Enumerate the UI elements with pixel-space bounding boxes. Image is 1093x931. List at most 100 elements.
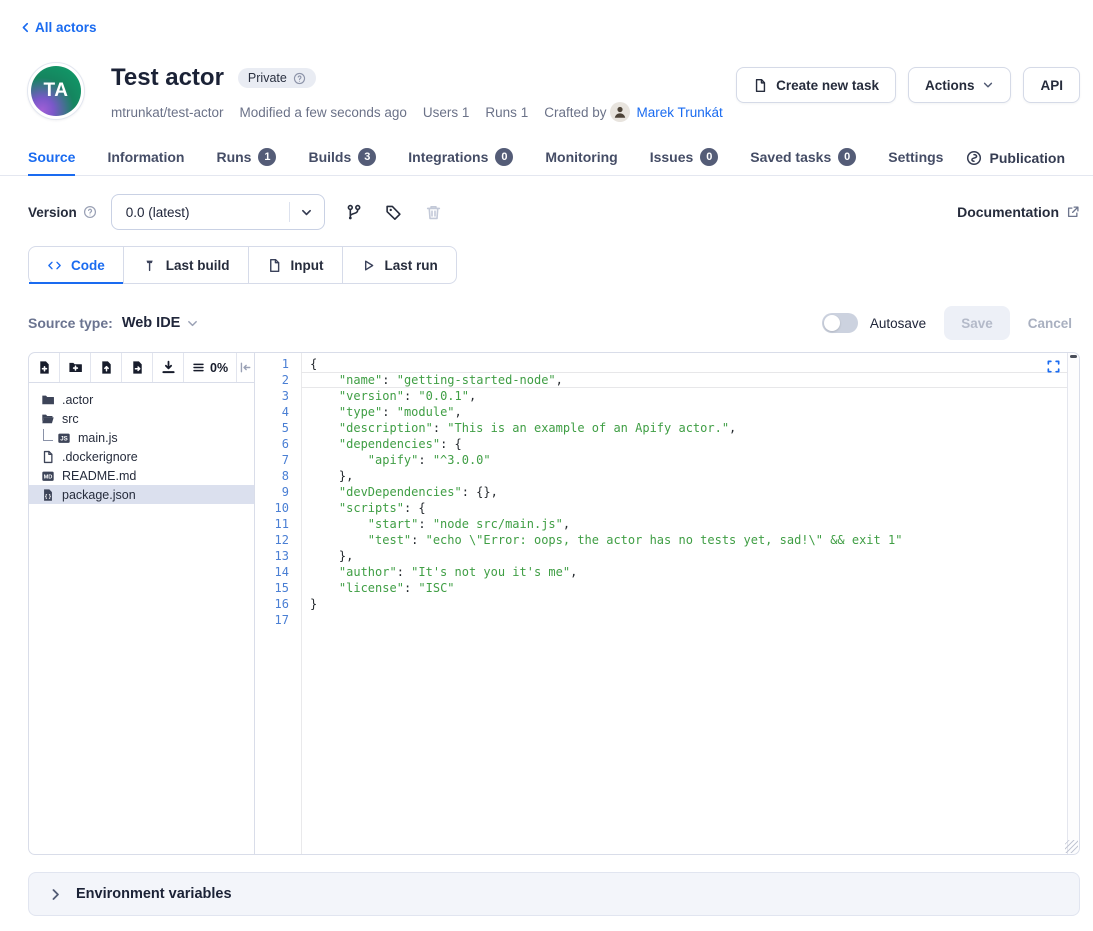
line-number: 5 — [255, 420, 301, 436]
back-link-label: All actors — [35, 20, 97, 35]
trash-icon[interactable] — [417, 195, 451, 229]
scrollbar-thumb[interactable] — [1070, 355, 1077, 358]
code-line[interactable]: 11 "start": "node src/main.js", — [255, 516, 1067, 532]
add-file-button[interactable] — [29, 353, 60, 382]
file-export-icon — [130, 360, 145, 375]
collapse-tree-button[interactable] — [237, 353, 254, 382]
subtab-input[interactable]: Input — [249, 247, 343, 283]
chevron-down-icon — [186, 317, 199, 330]
tab-monitoring[interactable]: Monitoring — [545, 141, 617, 176]
tab-label: Issues — [650, 149, 694, 165]
tab-badge: 0 — [838, 148, 856, 166]
code-line[interactable]: 14 "author": "It's not you it's me", — [255, 564, 1067, 580]
tab-integrations[interactable]: Integrations0 — [408, 141, 513, 176]
subtab-last-run[interactable]: Last run — [343, 247, 456, 283]
code-line[interactable]: 3 "version": "0.0.1", — [255, 388, 1067, 404]
file-src[interactable]: src — [29, 409, 254, 428]
file-tree: .actorsrcJSmain.js .dockerignore MDREADME.… — [29, 383, 254, 504]
code-line[interactable]: 13 }, — [255, 548, 1067, 564]
code-line[interactable]: 5 "description": "This is an example of … — [255, 420, 1067, 436]
file-main-js[interactable]: JSmain.js — [29, 428, 254, 447]
code-line[interactable]: 4 "type": "module", — [255, 404, 1067, 420]
upload-file-button[interactable] — [91, 353, 122, 382]
code-line[interactable]: 9 "devDependencies": {}, — [255, 484, 1067, 500]
file-dockerignore[interactable]: .dockerignore — [29, 447, 254, 466]
add-folder-button[interactable] — [60, 353, 91, 382]
tree-connector — [43, 429, 53, 441]
file-readme-md[interactable]: MDREADME.md — [29, 466, 254, 485]
code-line[interactable]: 8 }, — [255, 468, 1067, 484]
create-new-task-button[interactable]: Create new task — [736, 67, 896, 103]
source-type-select[interactable]: Web IDE — [122, 315, 200, 331]
fullscreen-icon[interactable] — [1046, 359, 1061, 374]
line-content: } — [301, 596, 1067, 612]
tab-source[interactable]: Source — [28, 141, 75, 176]
code-line[interactable]: 10 "scripts": { — [255, 500, 1067, 516]
subtab-code[interactable]: Code — [29, 247, 124, 283]
version-actions — [337, 195, 451, 229]
file-package-json[interactable]: { }package.json — [29, 485, 254, 504]
js-file-icon: JS — [57, 431, 71, 445]
tab-runs[interactable]: Runs1 — [216, 141, 276, 176]
version-row: Version 0.0 (latest) Documentation — [28, 194, 1080, 230]
svg-text:JS: JS — [60, 435, 67, 442]
tab-saved-tasks[interactable]: Saved tasks0 — [750, 141, 856, 176]
document-icon — [753, 78, 768, 93]
import-file-button[interactable] — [122, 353, 153, 382]
version-select[interactable]: 0.0 (latest) — [111, 194, 325, 230]
tab-publication[interactable]: Publication — [966, 141, 1065, 175]
file-actor[interactable]: .actor — [29, 390, 254, 409]
line-number: 6 — [255, 436, 301, 452]
help-icon[interactable] — [83, 205, 97, 219]
code-line[interactable]: 15 "license": "ISC" — [255, 580, 1067, 596]
documentation-link[interactable]: Documentation — [957, 204, 1080, 220]
environment-variables-accordion[interactable]: Environment variables — [28, 872, 1080, 916]
author-link[interactable]: Marek Trunkát — [636, 105, 722, 120]
actions-menu-button[interactable]: Actions — [908, 67, 1012, 103]
version-label: Version — [28, 205, 97, 220]
publication-icon — [966, 150, 982, 166]
folder-icon — [41, 393, 55, 407]
code-line[interactable]: 1{ — [255, 356, 1067, 372]
resize-grip[interactable] — [1065, 840, 1078, 853]
api-button[interactable]: API — [1023, 67, 1080, 103]
back-to-all-actors-link[interactable]: All actors — [20, 20, 97, 35]
code-line[interactable]: 6 "dependencies": { — [255, 436, 1067, 452]
external-link-icon — [1066, 205, 1080, 219]
tab-issues[interactable]: Issues0 — [650, 141, 719, 176]
line-content: "apify": "^3.0.0" — [301, 452, 1067, 468]
tab-builds[interactable]: Builds3 — [308, 141, 376, 176]
tree-zoom-indicator[interactable]: 0% — [184, 353, 237, 382]
line-number: 16 — [255, 596, 301, 612]
code-line[interactable]: 17 — [255, 612, 1067, 628]
vertical-scrollbar[interactable] — [1067, 353, 1079, 854]
code-line[interactable]: 12 "test": "echo \"Error: oops, the acto… — [255, 532, 1067, 548]
code-line[interactable]: 7 "apify": "^3.0.0" — [255, 452, 1067, 468]
line-content — [301, 612, 1067, 628]
line-number: 3 — [255, 388, 301, 404]
tag-icon[interactable] — [377, 195, 411, 229]
file-name: .dockerignore — [62, 450, 138, 464]
json-file-icon: { } — [41, 488, 55, 502]
source-type-label: Source type: — [28, 315, 113, 331]
chevron-down-icon — [982, 79, 994, 91]
help-icon[interactable] — [293, 72, 306, 85]
autosave-toggle[interactable] — [822, 313, 858, 333]
runs-count: Runs 1 — [485, 105, 528, 120]
subtab-last-build[interactable]: Last build — [124, 247, 249, 283]
download-button[interactable] — [153, 353, 184, 382]
version-select-value: 0.0 (latest) — [112, 205, 289, 220]
code-line[interactable]: 16} — [255, 596, 1067, 612]
line-content: "author": "It's not you it's me", — [301, 564, 1067, 580]
tab-settings[interactable]: Settings — [888, 141, 943, 176]
branch-icon[interactable] — [337, 195, 371, 229]
play-icon — [361, 258, 376, 273]
code-editor[interactable]: 1{2 "name": "getting-started-node",3 "ve… — [255, 353, 1079, 854]
file-icon — [267, 258, 282, 273]
line-content: "test": "echo \"Error: oops, the actor h… — [301, 532, 1067, 548]
line-number: 12 — [255, 532, 301, 548]
tab-information[interactable]: Information — [107, 141, 184, 176]
save-button[interactable]: Save — [944, 306, 1010, 340]
cancel-button[interactable]: Cancel — [1028, 316, 1072, 331]
code-line[interactable]: 2 "name": "getting-started-node", — [255, 372, 1067, 388]
